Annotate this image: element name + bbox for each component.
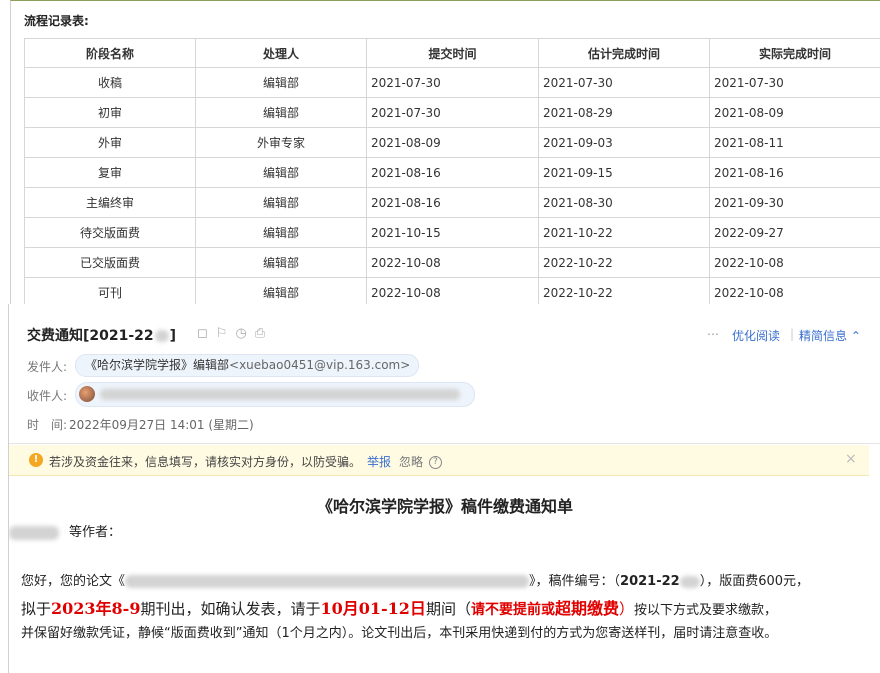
cell-actual-time: 2021-07-30: [709, 67, 880, 98]
cell-submit-time: 2021-07-30: [366, 97, 539, 128]
body-line-1: 您好，您的论文《 》，稿件编号：（2021-22 ），版面费600元，: [21, 574, 810, 589]
cell-est-time: 2021-08-29: [538, 97, 710, 128]
warning-text: 若涉及资金往来，信息填写，请核实对方身份，以防受骗。: [49, 455, 362, 469]
cell-est-time: 2021-09-15: [538, 157, 710, 188]
cell-est-time: 2021-09-03: [538, 127, 710, 158]
print-icon[interactable]: ⎙: [255, 326, 265, 341]
blurred-author: [9, 525, 59, 540]
col-header-est-time: 估计完成时间: [538, 38, 710, 68]
col-header-handler: 处理人: [195, 38, 367, 68]
separator: |: [790, 327, 795, 341]
cell-stage: 外审: [24, 127, 196, 158]
blurred-subject-id: [154, 330, 169, 342]
flow-record-panel: 流程记录表: 阶段名称 处理人 提交时间 估计完成时间 实际完成时间 收稿 编辑部…: [10, 0, 880, 304]
notice-title: 《哈尔滨学院学报》稿件缴费通知单: [316, 497, 573, 516]
cell-handler: 编辑部: [195, 157, 367, 188]
blurred-manuscript-id: [679, 575, 700, 588]
cell-submit-time: 2022-10-08: [366, 277, 539, 304]
cell-actual-time: 2021-09-30: [709, 187, 880, 218]
flag-icon[interactable]: ⚐: [216, 326, 228, 341]
warning-icon: !: [29, 453, 43, 467]
cell-handler: 外审专家: [195, 127, 367, 158]
avatar: [79, 386, 95, 402]
table-row: 可刊 编辑部 2022-10-08 2022-10-22 2022-10-08: [24, 277, 880, 304]
col-header-submit-time: 提交时间: [366, 38, 539, 68]
cell-stage: 收稿: [24, 67, 196, 98]
cell-handler: 编辑部: [195, 277, 367, 304]
email-subject: 交费通知[2021-22]: [27, 328, 177, 344]
authors-line: 等作者：: [9, 521, 121, 540]
cell-est-time: 2022-10-22: [538, 277, 710, 304]
col-header-stage: 阶段名称: [24, 38, 196, 68]
body-line-2: 拟于2023年8-9期刊出，如确认发表，请于10月01-12日期间（请不要提前或…: [21, 599, 777, 618]
cell-handler: 编辑部: [195, 247, 367, 278]
cell-stage: 已交版面费: [24, 247, 196, 278]
flow-record-title: 流程记录表:: [24, 14, 89, 28]
simplified-info-link[interactable]: 精简信息 ⌃: [799, 327, 861, 344]
cell-submit-time: 2022-10-08: [366, 247, 539, 278]
security-warning-bar: ! 若涉及资金往来，信息填写，请核实对方身份，以防受骗。 举报 忽略? ×: [9, 445, 869, 476]
divider: [9, 443, 880, 444]
cell-stage: 初审: [24, 97, 196, 128]
recipient-chip[interactable]: [75, 382, 475, 407]
table-header-row: 阶段名称 处理人 提交时间 估计完成时间 实际完成时间: [24, 38, 880, 68]
body-line-3: 并保留好缴款凭证，静候“版面费收到”通知（1个月之内）。论文刊出后，本刊采用快递…: [21, 626, 778, 641]
table-row: 待交版面费 编辑部 2021-10-15 2021-10-22 2022-09-27: [24, 217, 880, 248]
cell-handler: 编辑部: [195, 217, 367, 248]
cell-actual-time: 2021-08-16: [709, 157, 880, 188]
chevron-up-icon: ⌃: [850, 329, 861, 343]
cell-actual-time: 2022-09-27: [709, 217, 880, 248]
cell-submit-time: 2021-08-16: [366, 187, 539, 218]
cell-submit-time: 2021-08-16: [366, 157, 539, 188]
report-link[interactable]: 举报: [367, 455, 391, 469]
cell-submit-time: 2021-10-15: [366, 217, 539, 248]
sender-address: <xuebao0451@vip.163.com>: [229, 358, 411, 372]
email-view: 交费通知[2021-22] ◻ ⚐ ◷ ⎙ ⋯ 优化阅读 | 精简信息 ⌃ 发件…: [8, 304, 880, 673]
cell-est-time: 2022-10-22: [538, 247, 710, 278]
table-row: 收稿 编辑部 2021-07-30 2021-07-30 2021-07-30: [24, 67, 880, 98]
help-icon[interactable]: ?: [429, 456, 443, 469]
table-row: 已交版面费 编辑部 2022-10-08 2022-10-22 2022-10-08: [24, 247, 880, 278]
flow-record-table: 阶段名称 处理人 提交时间 估计完成时间 实际完成时间 收稿 编辑部 2021-07…: [24, 38, 880, 304]
cell-stage: 待交版面费: [24, 217, 196, 248]
bookmark-icon[interactable]: ◻: [197, 326, 208, 341]
subject-actions: ◻ ⚐ ◷ ⎙: [197, 326, 265, 341]
cell-est-time: 2021-08-30: [538, 187, 710, 218]
table-row: 初审 编辑部 2021-07-30 2021-08-29 2021-08-09: [24, 97, 880, 128]
cell-submit-time: 2021-08-09: [366, 127, 539, 158]
cell-stage: 主编终审: [24, 187, 196, 218]
cell-actual-time: 2021-08-11: [709, 127, 880, 158]
send-time: 时 间: 2022年09月27日 14:01 (星期二): [27, 418, 254, 432]
blurred-paper-title: [125, 575, 530, 588]
table-row: 主编终审 编辑部 2021-08-16 2021-08-30 2021-09-30: [24, 187, 880, 218]
clock-icon[interactable]: ◷: [235, 326, 246, 341]
cell-est-time: 2021-10-22: [538, 217, 710, 248]
cell-handler: 编辑部: [195, 97, 367, 128]
cell-est-time: 2021-07-30: [538, 67, 710, 98]
optimize-read-link[interactable]: 优化阅读: [732, 327, 780, 344]
cell-submit-time: 2021-07-30: [366, 67, 539, 98]
cell-handler: 编辑部: [195, 187, 367, 218]
table-row: 外审 外审专家 2021-08-09 2021-09-03 2021-08-11: [24, 127, 880, 158]
sender-name: 《哈尔滨学院学报》编辑部: [85, 358, 230, 372]
close-icon[interactable]: ×: [845, 451, 857, 467]
blurred-recipient: [100, 389, 460, 400]
cell-stage: 复审: [24, 157, 196, 188]
cell-handler: 编辑部: [195, 67, 367, 98]
cell-actual-time: 2022-10-08: [709, 247, 880, 278]
cell-actual-time: 2021-08-09: [709, 97, 880, 128]
table-row: 复审 编辑部 2021-08-16 2021-09-15 2021-08-16: [24, 157, 880, 188]
more-icon[interactable]: ⋯: [707, 327, 719, 341]
cell-actual-time: 2022-10-08: [709, 277, 880, 304]
col-header-actual-time: 实际完成时间: [709, 38, 880, 68]
sender-label: 发件人:: [27, 360, 68, 374]
sender-chip[interactable]: 《哈尔滨学院学报》编辑部<xuebao0451@vip.163.com>: [75, 354, 420, 377]
recipient-label: 收件人:: [27, 389, 68, 403]
ignore-link[interactable]: 忽略: [399, 455, 423, 469]
cell-stage: 可刊: [24, 277, 196, 304]
